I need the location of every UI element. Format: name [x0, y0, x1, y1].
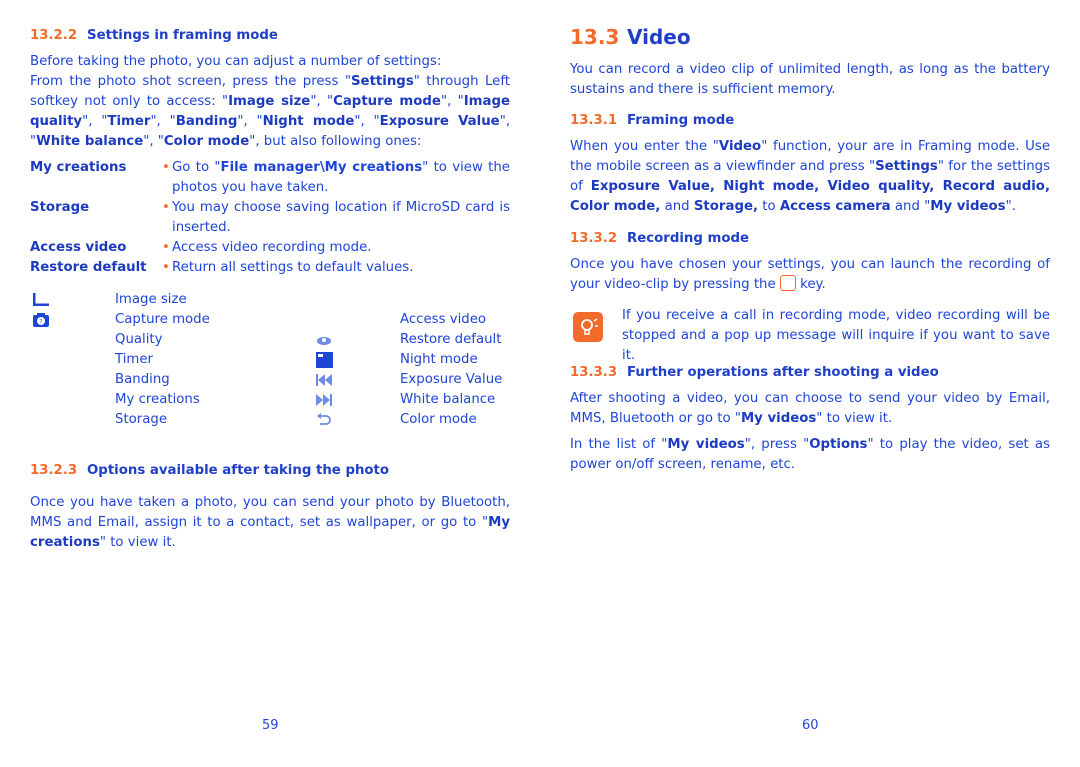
legend-storage: Storage — [115, 412, 168, 427]
heading-13-3: 13.3 Video — [570, 25, 691, 49]
video-intro: You can record a video clip of unlimited… — [570, 62, 1050, 97]
heading-13-3-3: 13.3.3 Further operations after shooting … — [570, 365, 939, 380]
recording-text: Once you have chosen your settings, you … — [570, 257, 1050, 292]
tip-text: If you receive a call in recording mode,… — [622, 308, 1050, 363]
svg-text:?: ? — [39, 319, 42, 326]
undo-icon — [317, 413, 331, 425]
restore-default-icon — [317, 337, 331, 345]
tip-lightbulb-icon — [573, 312, 603, 342]
legend-night-mode: Night mode — [400, 352, 478, 367]
heading-13-3-1: 13.3.1 Framing mode — [570, 113, 735, 128]
capture-mode-icon: ? — [33, 313, 49, 327]
legend-white-balance: White balance — [400, 392, 496, 407]
legend-exposure-value: Exposure Value — [400, 372, 503, 387]
legend-banding: Banding — [115, 372, 170, 387]
page-number: 59 — [262, 718, 279, 733]
options-text: Once you have taken a photo, you can sen… — [30, 495, 510, 550]
heading-13-2-3: 13.2.3 Options available after taking the… — [30, 463, 390, 478]
rewind-icon — [316, 374, 332, 386]
legend-my-creations: My creations — [115, 392, 200, 407]
legend-timer: Timer — [115, 352, 154, 367]
fast-forward-icon — [316, 394, 332, 406]
heading-13-2-2: 13.2.2 Settings in framing mode — [30, 28, 278, 43]
legend-color-mode: Color mode — [400, 412, 477, 427]
manual-spread: 13.2.2 Settings in framing mode Before ta… — [0, 0, 1080, 767]
intro-text: Before taking the photo, you can adjust … — [30, 54, 442, 69]
settings-text: From the photo shot screen, press the pr… — [30, 74, 511, 149]
image-size-icon — [33, 293, 49, 306]
legend-capture-mode: Capture mode — [115, 312, 210, 327]
legend-restore-default: Restore default — [400, 332, 502, 347]
heading-13-3-2: 13.3.2 Recording mode — [570, 231, 750, 246]
night-mode-icon — [316, 352, 333, 368]
record-key-icon — [779, 275, 796, 291]
further-text-1: After shooting a video, you can choose t… — [570, 391, 1050, 426]
further-text-2: In the list of "My videos", press "Optio… — [570, 437, 1051, 472]
page-number: 60 — [802, 718, 819, 733]
framing-text: When you enter the "Video" function, you… — [570, 139, 1051, 214]
legend-access-video: Access video — [400, 312, 487, 327]
legend-image-size: Image size — [115, 292, 187, 307]
legend-quality: Quality — [115, 332, 163, 347]
